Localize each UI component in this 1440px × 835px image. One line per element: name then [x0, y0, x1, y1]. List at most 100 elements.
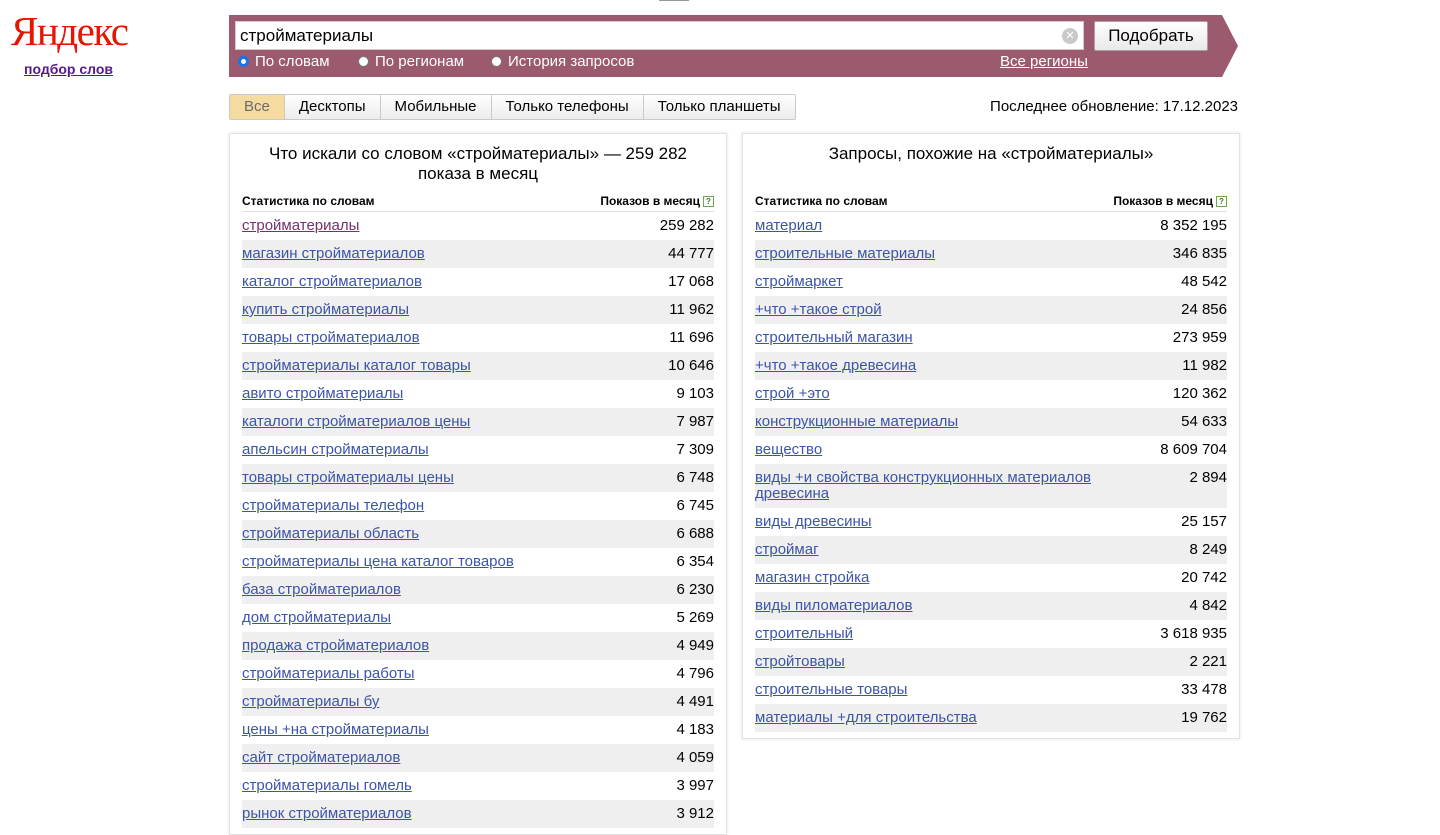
- table-row: магазин стройка 20 742: [755, 564, 1227, 592]
- keyword-link[interactable]: материалы +для строительства: [755, 704, 1227, 732]
- tab-tablets[interactable]: Только планшеты: [643, 95, 795, 119]
- table-row: рынок стройматериалов 3 912: [242, 800, 714, 828]
- keyword-link[interactable]: база стройматериалов: [242, 576, 714, 604]
- table-row: каталог стройматериалов 17 068: [242, 268, 714, 296]
- keyword-link[interactable]: строймаркет: [755, 268, 1227, 296]
- keyword-link[interactable]: стройматериалы телефон: [242, 492, 714, 520]
- col-keyword-header: Статистика по словам: [242, 194, 375, 208]
- col-count-header: Показов в месяц?: [600, 194, 714, 209]
- all-regions-link[interactable]: Все регионы: [1000, 53, 1088, 71]
- left-rows: стройматериалы 259 282 магазин стройматери…: [242, 212, 714, 828]
- impressions-count: 6 354: [676, 553, 714, 570]
- keyword-link[interactable]: каталог стройматериалов: [242, 268, 714, 296]
- keyword-link[interactable]: конструкционные материалы: [755, 408, 1227, 436]
- table-row: виды древесины 25 157: [755, 508, 1227, 536]
- yandex-logo[interactable]: Яндекс: [11, 10, 129, 52]
- keyword-link[interactable]: +что +такое древесина: [755, 352, 1227, 380]
- keyword-link[interactable]: товары стройматериалов: [242, 324, 714, 352]
- keyword-link[interactable]: материал: [755, 212, 1227, 240]
- table-row: стройматериалы телефон 6 745: [242, 492, 714, 520]
- tab-all[interactable]: Все: [230, 95, 285, 119]
- radio-history[interactable]: История запросов: [491, 53, 634, 71]
- keyword-link[interactable]: виды +и свойства конструкционных материа…: [755, 464, 1227, 508]
- keyword-link[interactable]: рынок стройматериалов: [242, 800, 714, 828]
- keyword-link[interactable]: апельсин стройматериалы: [242, 436, 714, 464]
- keyword-link[interactable]: сайт стройматериалов: [242, 744, 714, 772]
- keyword-link[interactable]: купить стройматериалы: [242, 296, 714, 324]
- table-row: строительные товары 33 478: [755, 676, 1227, 704]
- impressions-count: 4 059: [676, 749, 714, 766]
- tab-mobile[interactable]: Мобильные: [380, 95, 492, 119]
- impressions-count: 8 609 704: [1160, 441, 1227, 458]
- search-input[interactable]: стройматериалы: [235, 21, 1084, 50]
- impressions-count: 7 309: [676, 441, 714, 458]
- keyword-link[interactable]: +что +такое строй: [755, 296, 1227, 324]
- keyword-link[interactable]: стройматериалы цена каталог товаров: [242, 548, 714, 576]
- keyword-link[interactable]: стройматериалы каталог товары: [242, 352, 714, 380]
- table-row: стройматериалы каталог товары 10 646: [242, 352, 714, 380]
- table-row: виды пиломатериалов 4 842: [755, 592, 1227, 620]
- keyword-link[interactable]: дом стройматериалы: [242, 604, 714, 632]
- keyword-link[interactable]: строительный: [755, 620, 1227, 648]
- wordstat-link[interactable]: подбор слов: [24, 61, 113, 77]
- keyword-link[interactable]: строительный магазин: [755, 324, 1227, 352]
- radio-by-regions[interactable]: По регионам: [358, 53, 464, 71]
- keyword-link[interactable]: стройматериалы гомель: [242, 772, 714, 800]
- radio-on-icon[interactable]: [238, 56, 249, 67]
- table-row: цены +на стройматериалы 4 183: [242, 716, 714, 744]
- table-row: +что +такое древесина 11 982: [755, 352, 1227, 380]
- keyword-link[interactable]: строй +это: [755, 380, 1227, 408]
- tab-phones[interactable]: Только телефоны: [491, 95, 644, 119]
- table-row: стройматериалы гомель 3 997: [242, 772, 714, 800]
- keyword-link[interactable]: строймаг: [755, 536, 1227, 564]
- radio-off-icon[interactable]: [358, 56, 369, 67]
- keyword-link[interactable]: авито стройматериалы: [242, 380, 714, 408]
- radio-off-icon[interactable]: [491, 56, 502, 67]
- table-row: вещество 8 609 704: [755, 436, 1227, 464]
- table-row: товары стройматериалы цены 6 748: [242, 464, 714, 492]
- keyword-link[interactable]: продажа стройматериалов: [242, 632, 714, 660]
- left-results-panel: Что искали со словом «стройматериалы» — …: [229, 133, 727, 835]
- keyword-link[interactable]: виды пиломатериалов: [755, 592, 1227, 620]
- impressions-count: 4 491: [676, 693, 714, 710]
- impressions-count: 259 282: [659, 217, 714, 234]
- impressions-count: 4 796: [676, 665, 714, 682]
- last-update: Последнее обновление: 17.12.2023: [990, 98, 1238, 115]
- table-row: дом стройматериалы 5 269: [242, 604, 714, 632]
- impressions-count: 7 987: [676, 413, 714, 430]
- keyword-link[interactable]: магазин стройка: [755, 564, 1227, 592]
- keyword-link[interactable]: стройтовары: [755, 648, 1227, 676]
- keyword-link[interactable]: виды древесины: [755, 508, 1227, 536]
- tab-desktops[interactable]: Десктопы: [284, 95, 381, 119]
- keyword-link[interactable]: строительные товары: [755, 676, 1227, 704]
- right-results-panel: Запросы, похожие на «стройматериалы» Ста…: [742, 133, 1240, 739]
- impressions-count: 5 269: [676, 609, 714, 626]
- impressions-count: 346 835: [1172, 245, 1227, 262]
- keyword-link[interactable]: магазин стройматериалов: [242, 240, 714, 268]
- keyword-link[interactable]: вещество: [755, 436, 1227, 464]
- keyword-link[interactable]: цены +на стройматериалы: [242, 716, 714, 744]
- right-rows: материал 8 352 195 строительные материалы 3…: [755, 212, 1227, 732]
- clear-icon[interactable]: ✕: [1062, 28, 1078, 44]
- table-row: +что +такое строй 24 856: [755, 296, 1227, 324]
- keyword-link[interactable]: строительные материалы: [755, 240, 1227, 268]
- table-row: стройматериалы бу 4 491: [242, 688, 714, 716]
- keyword-link[interactable]: товары стройматериалы цены: [242, 464, 714, 492]
- keyword-link[interactable]: стройматериалы: [242, 212, 714, 240]
- col-count-header: Показов в месяц?: [1113, 194, 1227, 209]
- radio-by-words[interactable]: По словам: [238, 53, 330, 71]
- table-row: строймаркет 48 542: [755, 268, 1227, 296]
- keyword-link[interactable]: стройматериалы область: [242, 520, 714, 548]
- keyword-link[interactable]: стройматериалы работы: [242, 660, 714, 688]
- help-icon[interactable]: ?: [1216, 196, 1227, 207]
- submit-button[interactable]: Подобрать: [1094, 21, 1208, 51]
- keyword-link[interactable]: стройматериалы бу: [242, 688, 714, 716]
- col-keyword-header: Статистика по словам: [755, 194, 888, 208]
- table-row: стройматериалы 259 282: [242, 212, 714, 240]
- impressions-count: 6 688: [676, 525, 714, 542]
- keyword-link[interactable]: каталоги стройматериалов цены: [242, 408, 714, 436]
- impressions-count: 2 221: [1189, 653, 1227, 670]
- impressions-count: 54 633: [1181, 413, 1227, 430]
- table-row: продажа стройматериалов 4 949: [242, 632, 714, 660]
- help-icon[interactable]: ?: [703, 196, 714, 207]
